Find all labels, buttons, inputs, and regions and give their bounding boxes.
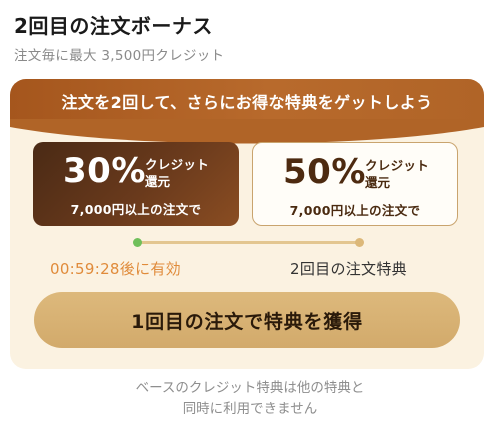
bonus-card: 注文を2回して、さらにお得な特典をゲットしよう 30% クレジット 還元 7,0… <box>10 79 484 369</box>
tier-percent: 30% <box>63 151 146 191</box>
tier-return-label: 還元 <box>365 175 391 190</box>
progress-track <box>138 241 360 244</box>
progress-dot-current <box>133 238 142 247</box>
disclaimer-line: ベースのクレジット特典は他の特典と <box>135 380 365 396</box>
tier-card-first-order: 30% クレジット 還元 7,000円以上の注文で <box>33 142 239 226</box>
countdown-timer: 00:59:28後に有効 <box>50 260 181 278</box>
disclaimer-note: ベースのクレジット特典は他の特典と 同時に利用できません <box>0 378 500 420</box>
tier-percent: 50% <box>283 152 366 192</box>
tier-card-second-order: 50% クレジット 還元 7,000円以上の注文で <box>252 142 458 226</box>
tier-condition: 7,000円以上の注文で <box>70 202 202 217</box>
tier-return-label: 還元 <box>145 174 171 189</box>
page-subtitle: 注文毎に最大 3,500円クレジット <box>14 48 225 64</box>
progress-dot-next <box>355 238 364 247</box>
tier-condition: 7,000円以上の注文で <box>289 203 421 218</box>
second-order-label: 2回目の注文特典 <box>290 260 407 278</box>
page-title: 2回目の注文ボーナス <box>14 14 213 38</box>
disclaimer-line: 同時に利用できません <box>182 401 318 417</box>
get-bonus-button[interactable]: 1回目の注文で特典を獲得 <box>34 292 460 348</box>
